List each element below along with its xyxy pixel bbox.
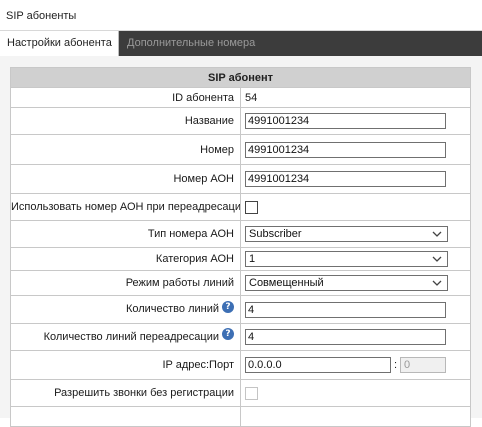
- form-header: SIP абонент: [10, 67, 471, 88]
- aon-type-value: Subscriber: [249, 228, 302, 240]
- next-row-label: [10, 406, 241, 427]
- ip-port-label: IP адрес:Порт: [10, 350, 241, 380]
- window-title: SIP абоненты: [6, 10, 77, 22]
- subscriber-id-label: ID абонента: [10, 87, 241, 108]
- content-area: SIP абонент ID абонента 54 Название Номе…: [0, 56, 482, 427]
- number-input[interactable]: [245, 141, 446, 158]
- use-aon-on-forward-label: Использовать номер АОН при переадресации: [10, 193, 241, 221]
- tab-additional-numbers[interactable]: Дополнительные номера: [127, 31, 255, 56]
- aon-category-label: Категория АОН: [10, 247, 241, 271]
- next-row-value: [240, 406, 471, 427]
- forward-line-count-input[interactable]: [245, 329, 446, 345]
- line-count-input[interactable]: [245, 301, 446, 318]
- chevron-down-icon: [432, 256, 442, 262]
- ip-port-separator: :: [393, 359, 398, 371]
- use-aon-on-forward-checkbox[interactable]: [245, 201, 258, 214]
- aon-category-value: 1: [249, 253, 256, 265]
- subscriber-id-value: 54: [240, 87, 471, 108]
- window-titlebar: SIP абоненты: [0, 0, 482, 31]
- forward-line-count-label-cell: Количество линий переадресации?: [10, 323, 241, 351]
- allow-unregistered-checkbox[interactable]: [245, 387, 258, 400]
- aon-type-label: Тип номера АОН: [10, 220, 241, 248]
- help-icon[interactable]: ?: [222, 328, 234, 341]
- line-count-label-cell: Количество линий?: [10, 295, 241, 324]
- chevron-down-icon: [432, 280, 442, 286]
- aon-number-label: Номер АОН: [10, 164, 241, 194]
- name-label: Название: [10, 107, 241, 135]
- line-mode-select[interactable]: Совмещенный: [245, 275, 448, 291]
- aon-type-select[interactable]: Subscriber: [245, 226, 448, 242]
- sip-subscriber-form: SIP абонент ID абонента 54 Название Номе…: [10, 67, 471, 427]
- ip-address-input[interactable]: [245, 357, 391, 373]
- forward-line-count-label: Количество линий переадресации: [43, 330, 219, 343]
- tab-bar: Настройки абонента Дополнительные номера: [0, 31, 482, 56]
- help-icon[interactable]: ?: [222, 300, 234, 313]
- chevron-down-icon: [432, 231, 442, 237]
- aon-number-input[interactable]: [245, 171, 446, 187]
- line-count-label: Количество линий: [125, 303, 219, 316]
- number-label: Номер: [10, 134, 241, 165]
- name-input[interactable]: [245, 113, 446, 129]
- allow-unregistered-label: Разрешить звонки без регистрации: [10, 379, 241, 407]
- tab-subscriber-settings[interactable]: Настройки абонента: [0, 31, 119, 56]
- line-mode-label: Режим работы линий: [10, 270, 241, 296]
- line-mode-value: Совмещенный: [249, 277, 324, 289]
- aon-category-select[interactable]: 1: [245, 251, 448, 267]
- port-input[interactable]: 0: [400, 357, 446, 373]
